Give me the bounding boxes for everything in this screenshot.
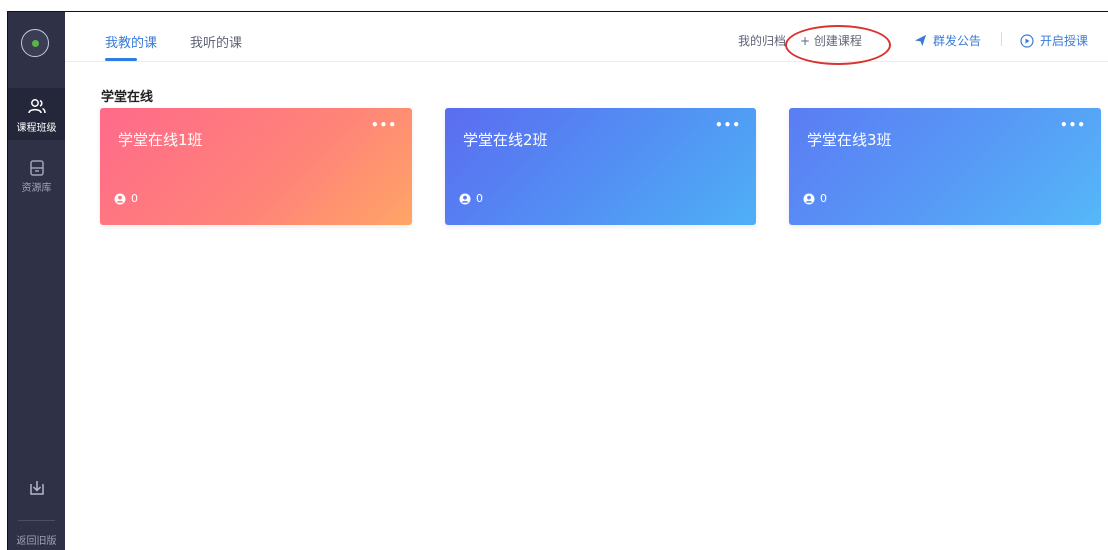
send-icon — [914, 34, 927, 47]
sidebar-item-resources[interactable]: 资源库 — [8, 150, 65, 202]
sidebar-item-label: 资源库 — [21, 183, 52, 194]
class-group-icon — [27, 99, 46, 114]
student-count-value: 0 — [476, 192, 483, 205]
tab-teaching[interactable]: 我教的课 — [105, 32, 157, 51]
student-icon — [114, 193, 126, 204]
student-icon — [459, 193, 471, 204]
more-options-icon[interactable]: ••• — [1060, 118, 1086, 132]
start-class-label: 开启授课 — [1040, 34, 1089, 48]
announce-label: 群发公告 — [933, 34, 982, 48]
more-options-icon[interactable]: ••• — [715, 118, 741, 132]
student-icon — [803, 193, 815, 204]
more-options-icon[interactable]: ••• — [371, 118, 397, 132]
sidebar-item-classes[interactable]: 课程班级 — [8, 88, 65, 140]
back-to-old-version-link[interactable]: 返回旧版 — [8, 532, 65, 547]
sidebar-item-label: 课程班级 — [16, 123, 57, 134]
announce-button[interactable]: 群发公告 — [914, 32, 981, 49]
group-title: 学堂在线 — [101, 90, 154, 105]
create-course-button[interactable]: + 创建课程 — [800, 32, 862, 49]
app-frame — [7, 11, 1108, 550]
student-count-value: 0 — [820, 192, 827, 205]
download-icon[interactable] — [27, 478, 47, 498]
active-tab-indicator — [105, 58, 137, 61]
student-count: 0 — [459, 192, 483, 205]
top-bar: 我教的课 我听的课 我的归档 + 创建课程 群发公告 开启授课 — [65, 12, 1108, 62]
play-circle-icon — [1020, 33, 1034, 48]
class-name: 学堂在线2班 — [463, 131, 548, 149]
student-count: 0 — [803, 192, 827, 205]
student-count-value: 0 — [131, 192, 138, 205]
class-card-1[interactable]: 学堂在线1班 ••• 0 — [100, 108, 412, 225]
class-name: 学堂在线3班 — [807, 131, 892, 149]
header-divider — [1001, 32, 1002, 46]
sidebar: 课程班级 资源库 返回旧版 — [8, 12, 65, 550]
class-name: 学堂在线1班 — [118, 131, 203, 149]
start-class-button[interactable]: 开启授课 — [1020, 32, 1088, 49]
student-count: 0 — [114, 192, 138, 205]
class-card-3[interactable]: 学堂在线3班 ••• 0 — [789, 108, 1101, 225]
archive-link[interactable]: 我的归档 — [738, 32, 786, 49]
class-card-2[interactable]: 学堂在线2班 ••• 0 — [445, 108, 756, 225]
logo-icon — [31, 39, 39, 47]
app-logo[interactable] — [21, 29, 49, 57]
tab-attending[interactable]: 我听的课 — [190, 32, 242, 51]
sidebar-divider — [18, 520, 55, 521]
resource-library-icon — [29, 160, 44, 176]
